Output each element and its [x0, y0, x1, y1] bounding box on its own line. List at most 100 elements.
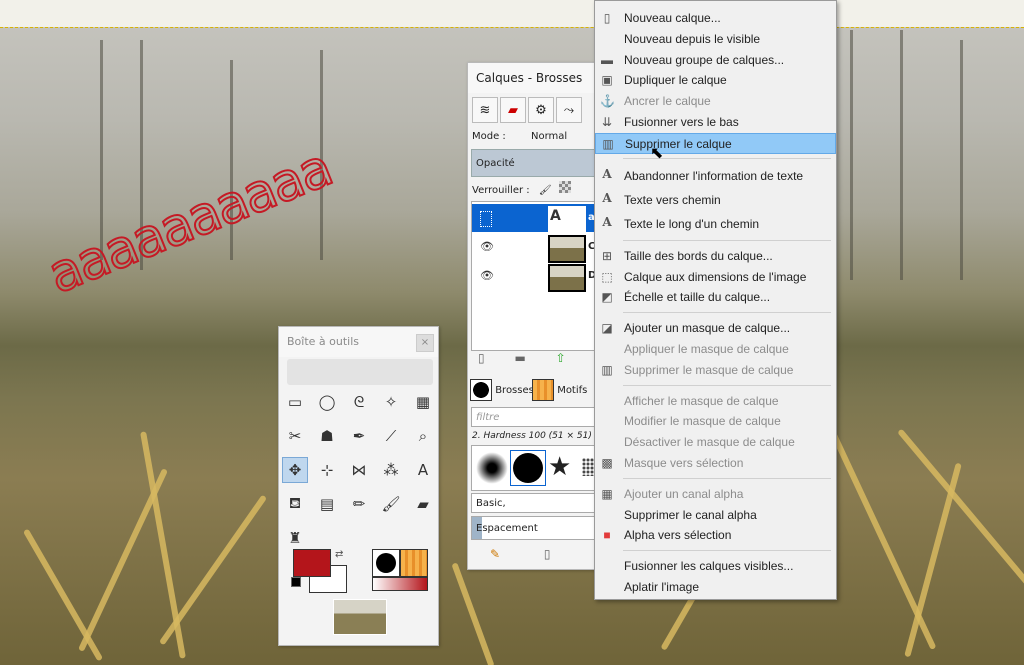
- transform-icon[interactable]: ⁂: [378, 457, 404, 483]
- scale-layer-icon: ◩: [601, 290, 613, 305]
- fuzzy-select-icon[interactable]: ✧: [378, 389, 404, 415]
- channels-tab-icon[interactable]: ▰: [500, 97, 526, 123]
- menu-item[interactable]: Afficher le masque de calque: [595, 391, 836, 412]
- tree: [900, 30, 903, 280]
- foreground-color-swatch[interactable]: [293, 549, 331, 577]
- text-a-icon: A: [602, 166, 612, 181]
- crop-icon[interactable]: ⋈: [346, 457, 372, 483]
- menu-item[interactable]: ◩ Échelle et taille du calque...: [595, 287, 836, 308]
- menu-separator: [623, 312, 831, 314]
- brushes-tab[interactable]: Brosses: [470, 379, 534, 403]
- new-group-button-icon[interactable]: ▬: [514, 351, 525, 365]
- menu-item[interactable]: ▦ Ajouter un canal alpha: [595, 484, 836, 505]
- menu-item[interactable]: Supprimer le canal alpha: [595, 505, 836, 526]
- visibility-eye-icon[interactable]: [480, 211, 492, 227]
- new-layer-button-icon[interactable]: ▯: [478, 351, 485, 365]
- default-colors-icon[interactable]: [291, 577, 301, 587]
- brush-tags-field[interactable]: Basic,: [471, 493, 597, 513]
- menu-item[interactable]: Aplatir l'image: [595, 577, 836, 598]
- brushes-tab-label: Brosses: [495, 385, 534, 396]
- visibility-eye-icon[interactable]: 👁: [480, 269, 494, 282]
- menu-item[interactable]: A Texte le long d'un chemin: [595, 212, 836, 236]
- eraser-icon[interactable]: ▰: [410, 491, 436, 517]
- menu-item[interactable]: ⊞ Taille des bords du calque...: [595, 246, 836, 267]
- patterns-tab-label: Motifs: [557, 385, 588, 396]
- trash-icon: ▥: [602, 136, 614, 151]
- brush-fuzzy[interactable]: [476, 452, 508, 484]
- menu-item-label: Afficher le masque de calque: [624, 393, 779, 408]
- text-layer-thumbnail[interactable]: A: [548, 206, 586, 234]
- menu-item[interactable]: A Texte vers chemin: [595, 188, 836, 212]
- opacity-slider[interactable]: Opacité: [471, 149, 597, 177]
- menu-item[interactable]: ⚓ Ancrer le calque: [595, 91, 836, 112]
- close-icon[interactable]: ×: [416, 334, 434, 352]
- layers-tab-icon[interactable]: ≋: [472, 97, 498, 123]
- pencil-icon[interactable]: ✏: [346, 491, 372, 517]
- layer-row[interactable]: 👁 D: [472, 262, 596, 292]
- brush-filter-input[interactable]: filtre: [471, 407, 597, 427]
- paths-icon[interactable]: ✒: [346, 423, 372, 449]
- brush-star-icon[interactable]: ★: [548, 454, 571, 480]
- undo-tab-icon[interactable]: ⤳: [556, 97, 582, 123]
- clone-icon[interactable]: ♜: [282, 525, 308, 551]
- paths-tab-icon[interactable]: ⚙: [528, 97, 554, 123]
- menu-item[interactable]: Désactiver le masque de calque: [595, 432, 836, 453]
- menu-item[interactable]: ◪ Ajouter un masque de calque...: [595, 318, 836, 339]
- zoom-icon[interactable]: ⌕: [410, 423, 436, 449]
- mode-select[interactable]: Normal: [531, 131, 567, 142]
- menu-item[interactable]: Modifier le masque de calque: [595, 411, 836, 432]
- layer-to-image-icon: ⬚: [601, 269, 613, 284]
- menu-item[interactable]: Appliquer le masque de calque: [595, 339, 836, 360]
- brush-hardness-100[interactable]: [510, 450, 546, 486]
- paintbrush-icon[interactable]: 🖌: [378, 491, 404, 517]
- lasso-icon[interactable]: ᘓ: [346, 389, 372, 415]
- active-gradient-preview[interactable]: [372, 577, 428, 591]
- scissors-icon[interactable]: ✂: [282, 423, 308, 449]
- menu-item-label: Dupliquer le calque: [624, 73, 727, 88]
- move-icon[interactable]: ✥: [282, 457, 308, 483]
- menu-item[interactable]: ⇊ Fusionner vers le bas: [595, 112, 836, 133]
- alpha-to-selection-icon: ■: [603, 528, 611, 543]
- layer-boundary-icon: ⊞: [601, 248, 613, 263]
- color-select-icon[interactable]: ▦: [410, 389, 436, 415]
- patterns-tab[interactable]: Motifs: [532, 379, 587, 403]
- layer-thumbnail[interactable]: [548, 264, 586, 292]
- align-icon[interactable]: ⊹: [314, 457, 340, 483]
- raise-layer-button-icon[interactable]: ⇧: [556, 351, 566, 365]
- active-brush-preview[interactable]: [372, 549, 400, 577]
- menu-item[interactable]: ▬ Nouveau groupe de calques...: [595, 50, 836, 71]
- active-pattern-preview[interactable]: [400, 549, 428, 577]
- gradient-icon[interactable]: ▤: [314, 491, 340, 517]
- bucket-fill-icon[interactable]: ⛾: [282, 491, 308, 517]
- menu-item[interactable]: ■ Alpha vers sélection: [595, 525, 836, 546]
- mode-row: Mode : Normal: [472, 131, 567, 142]
- edit-brush-icon[interactable]: ✎: [490, 547, 500, 561]
- menu-item-label: Nouveau depuis le visible: [624, 31, 761, 46]
- menu-item[interactable]: ▥ Supprimer le calque: [595, 132, 836, 154]
- menu-item[interactable]: ▥ Supprimer le masque de calque: [595, 360, 836, 381]
- ellipse-select-icon[interactable]: ◯: [314, 389, 340, 415]
- rect-select-icon[interactable]: ▭: [282, 389, 308, 415]
- text-tool-icon[interactable]: A: [410, 457, 436, 483]
- menu-item[interactable]: ▯ Nouveau calque...: [595, 8, 836, 29]
- new-brush-icon[interactable]: ▯: [544, 547, 551, 561]
- active-image-thumbnail[interactable]: [333, 599, 387, 635]
- lock-pixels-icon[interactable]: 🖌: [539, 185, 552, 196]
- lock-alpha-icon[interactable]: [558, 181, 571, 193]
- color-picker-icon[interactable]: ⟋: [378, 423, 404, 449]
- menu-item[interactable]: A Abandonner l'information de texte: [595, 164, 836, 188]
- menu-item[interactable]: ▣ Dupliquer le calque: [595, 70, 836, 91]
- menu-item[interactable]: Nouveau depuis le visible: [595, 29, 836, 50]
- menu-item[interactable]: ⬚ Calque aux dimensions de l'image: [595, 267, 836, 288]
- layer-row[interactable]: Aa: [472, 204, 596, 234]
- menu-item-label: Ajouter un masque de calque...: [624, 321, 791, 336]
- menu-item[interactable]: ▩ Masque vers sélection: [595, 453, 836, 474]
- spacing-slider[interactable]: Espacement: [471, 516, 597, 540]
- menu-item[interactable]: Fusionner les calques visibles...: [595, 556, 836, 577]
- layer-thumbnail[interactable]: [548, 235, 586, 263]
- swap-colors-icon[interactable]: ⇄: [335, 549, 343, 560]
- layer-buttons: ▯ ▬ ⇧: [478, 351, 592, 365]
- layer-row[interactable]: 👁 C: [472, 233, 596, 263]
- foreground-select-icon[interactable]: ☗: [314, 423, 340, 449]
- visibility-eye-icon[interactable]: 👁: [480, 240, 494, 253]
